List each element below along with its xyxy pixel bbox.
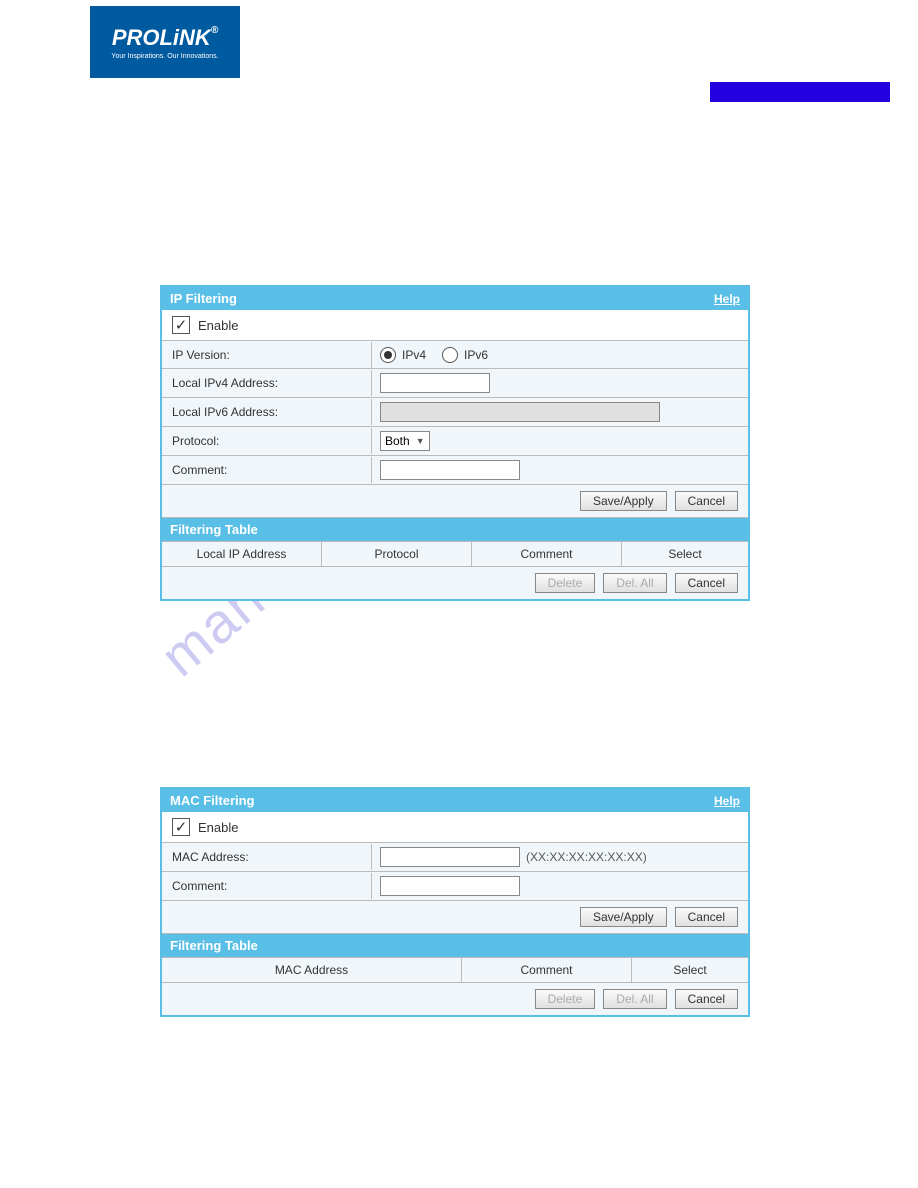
logo: PROLiNK® Your Inspirations. Our Innovati…	[90, 6, 240, 78]
delete-button[interactable]: Delete	[535, 573, 596, 593]
ipv6-label: IPv6	[464, 348, 488, 362]
enable-row: Enable	[162, 310, 748, 340]
enable-checkbox[interactable]	[172, 316, 190, 334]
cancel-button[interactable]: Cancel	[675, 491, 738, 511]
filtering-table-header: Filtering Table	[162, 517, 748, 541]
col-comment: Comment	[462, 958, 632, 982]
comment-row: Comment:	[162, 455, 748, 484]
ip-version-label: IP Version:	[162, 342, 372, 368]
local-ipv4-label: Local IPv4 Address:	[162, 370, 372, 396]
ipv4-radio[interactable]	[380, 347, 396, 363]
protocol-label: Protocol:	[162, 428, 372, 454]
form-buttons: Save/Apply Cancel	[162, 900, 748, 933]
help-link[interactable]: Help	[714, 292, 740, 306]
enable-label: Enable	[198, 318, 238, 333]
save-button[interactable]: Save/Apply	[580, 907, 667, 927]
ip-version-value: IPv4 IPv6	[372, 343, 748, 367]
protocol-row: Protocol: Both ▼	[162, 426, 748, 455]
table-buttons: Delete Del. All Cancel	[162, 566, 748, 599]
delete-all-button[interactable]: Del. All	[603, 989, 666, 1009]
help-link[interactable]: Help	[714, 794, 740, 808]
comment-input[interactable]	[380, 460, 520, 480]
delete-button[interactable]: Delete	[535, 989, 596, 1009]
col-mac-address: MAC Address	[162, 958, 462, 982]
mac-format-hint: (XX:XX:XX:XX:XX:XX)	[526, 850, 647, 864]
enable-checkbox[interactable]	[172, 818, 190, 836]
col-protocol: Protocol	[322, 542, 472, 566]
table-cancel-button[interactable]: Cancel	[675, 989, 738, 1009]
form-buttons: Save/Apply Cancel	[162, 484, 748, 517]
highlight-bar	[710, 82, 890, 102]
local-ipv4-input[interactable]	[380, 373, 490, 393]
comment-input[interactable]	[380, 876, 520, 896]
comment-row: Comment:	[162, 871, 748, 900]
protocol-select[interactable]: Both ▼	[380, 431, 430, 451]
ipv6-radio[interactable]	[442, 347, 458, 363]
ipv4-label: IPv4	[402, 348, 426, 362]
col-local-ip: Local IP Address	[162, 542, 322, 566]
panel-title: IP Filtering	[170, 291, 237, 306]
filtering-table-header: Filtering Table	[162, 933, 748, 957]
table-cancel-button[interactable]: Cancel	[675, 573, 738, 593]
enable-label: Enable	[198, 820, 238, 835]
cancel-button[interactable]: Cancel	[675, 907, 738, 927]
chevron-down-icon: ▼	[416, 436, 425, 446]
logo-brand: PROLiNK®	[112, 25, 218, 51]
logo-tagline: Your Inspirations. Our Innovations.	[111, 53, 218, 60]
local-ipv6-label: Local IPv6 Address:	[162, 399, 372, 425]
local-ipv6-row: Local IPv6 Address:	[162, 397, 748, 426]
col-select: Select	[622, 542, 748, 566]
mac-address-label: MAC Address:	[162, 844, 372, 870]
col-comment: Comment	[472, 542, 622, 566]
save-button[interactable]: Save/Apply	[580, 491, 667, 511]
comment-label: Comment:	[162, 457, 372, 483]
mac-address-row: MAC Address: (XX:XX:XX:XX:XX:XX)	[162, 842, 748, 871]
delete-all-button[interactable]: Del. All	[603, 573, 666, 593]
ip-version-row: IP Version: IPv4 IPv6	[162, 340, 748, 368]
enable-row: Enable	[162, 812, 748, 842]
table-buttons: Delete Del. All Cancel	[162, 982, 748, 1015]
panel-title: MAC Filtering	[170, 793, 255, 808]
mac-address-input[interactable]	[380, 847, 520, 867]
table-header-row: Local IP Address Protocol Comment Select	[162, 541, 748, 566]
panel-header: MAC Filtering Help	[162, 789, 748, 812]
comment-label: Comment:	[162, 873, 372, 899]
table-header-row: MAC Address Comment Select	[162, 957, 748, 982]
ip-filtering-panel: IP Filtering Help Enable IP Version: IPv…	[160, 285, 750, 601]
local-ipv6-input	[380, 402, 660, 422]
mac-filtering-panel: MAC Filtering Help Enable MAC Address: (…	[160, 787, 750, 1017]
local-ipv4-row: Local IPv4 Address:	[162, 368, 748, 397]
panel-header: IP Filtering Help	[162, 287, 748, 310]
col-select: Select	[632, 958, 748, 982]
